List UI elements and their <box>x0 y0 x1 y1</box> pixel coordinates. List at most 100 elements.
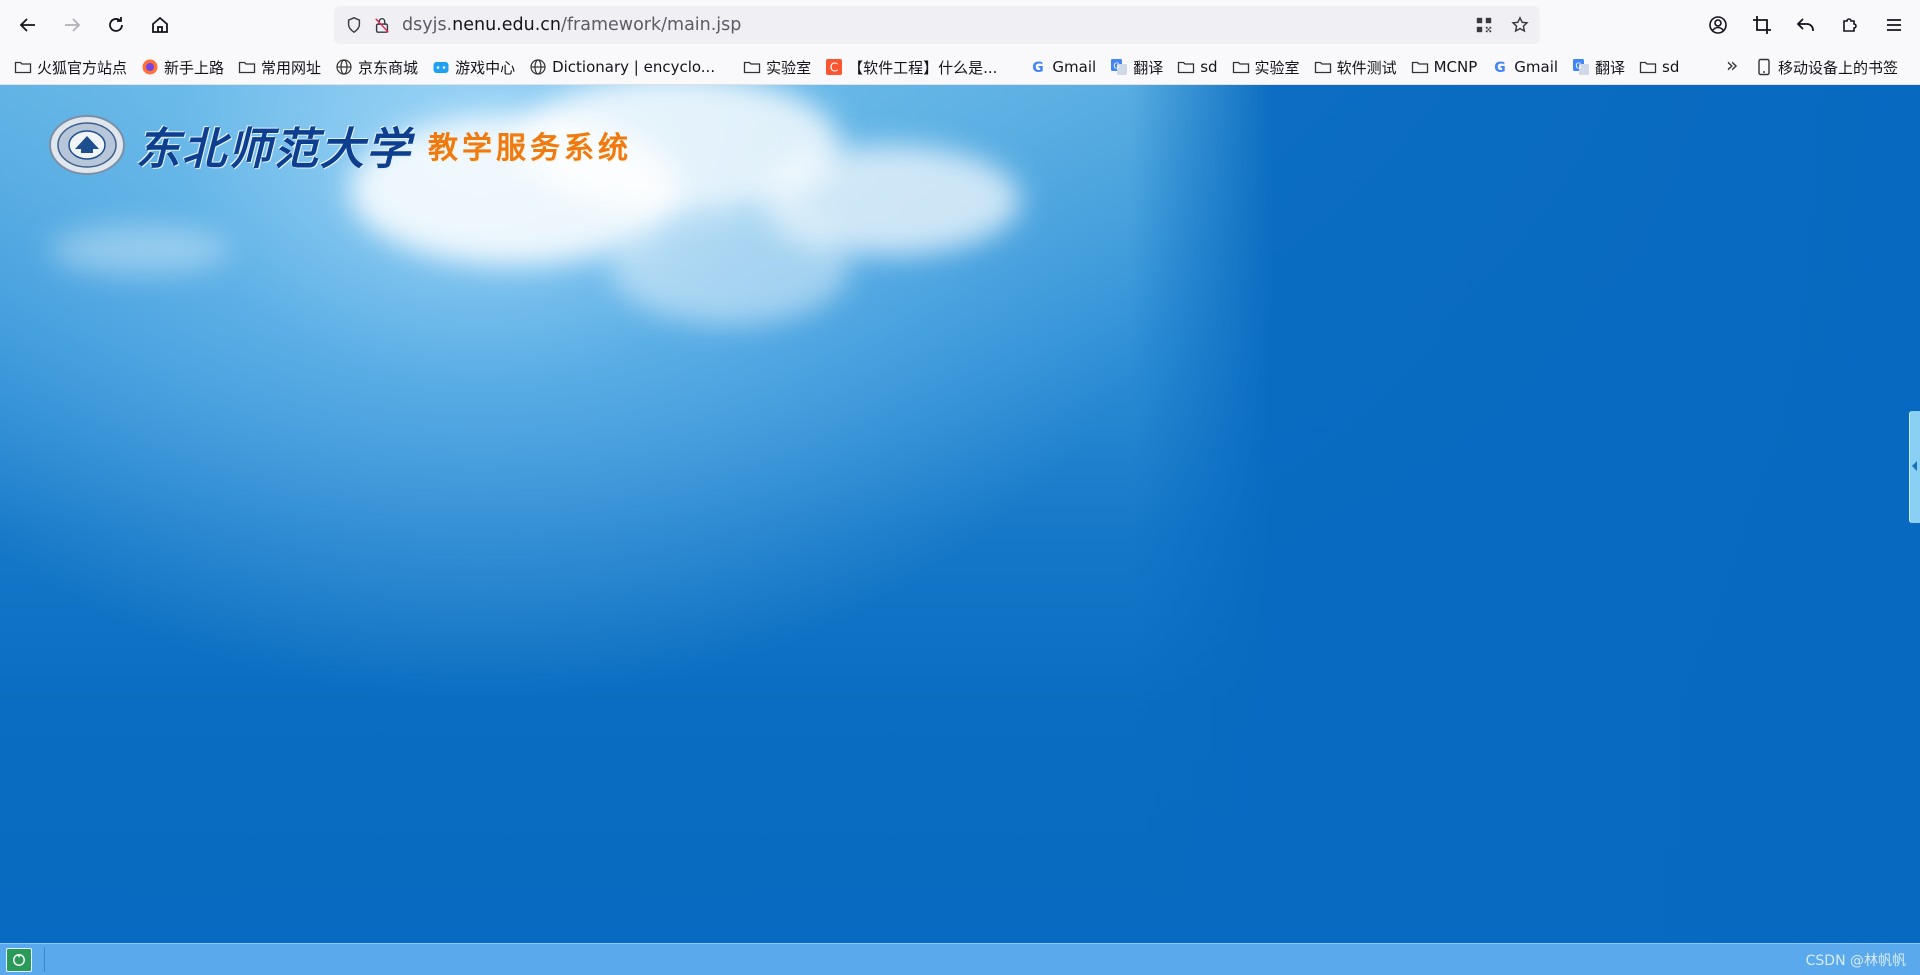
undo-button[interactable] <box>1788 7 1824 43</box>
status-divider <box>44 947 45 972</box>
reload-button[interactable] <box>98 7 134 43</box>
shield-icon[interactable] <box>340 11 368 39</box>
screenshot-button[interactable] <box>1744 7 1780 43</box>
bookmark-item[interactable]: Dictionary | encyclo... <box>523 53 721 81</box>
sidebar-toggle-handle[interactable] <box>1909 411 1920 523</box>
svg-text:G: G <box>1495 60 1507 76</box>
folder-icon <box>743 58 761 76</box>
undo-icon <box>1796 18 1814 31</box>
bookmark-label: 【软件工程】什么是... <box>848 58 998 77</box>
bookmark-label: MCNP <box>1433 58 1478 76</box>
hamburger-icon <box>1887 19 1901 31</box>
extensions-button[interactable] <box>1832 7 1868 43</box>
url-prefix: dsyjs. <box>402 15 453 35</box>
menu-button[interactable] <box>1876 7 1912 43</box>
bookmark-item[interactable]: sd <box>1171 53 1223 81</box>
watermark-text: CSDN @林帆帆 <box>1805 953 1906 969</box>
bookmarks-overflow-chevron-icon[interactable]: » <box>1726 53 1738 77</box>
bookmark-item[interactable]: 实验室 <box>737 53 817 81</box>
translate-icon: G <box>1572 58 1590 76</box>
mobile-bookmarks-item[interactable]: 移动设备上的书签 <box>1749 53 1904 81</box>
bookmark-label: 移动设备上的书签 <box>1777 58 1898 77</box>
insecure-lock-icon[interactable] <box>368 11 396 39</box>
folder-icon <box>1177 58 1195 76</box>
bookmark-label: 游戏中心 <box>455 58 516 77</box>
folder-icon <box>1639 58 1657 76</box>
bookmark-label: 实验室 <box>766 58 812 77</box>
bookmark-label: 新手上路 <box>164 58 225 77</box>
translate-icon: G <box>1110 58 1128 76</box>
bookmark-item[interactable]: 软件测试 <box>1308 53 1403 81</box>
app-status-icon[interactable] <box>6 948 32 972</box>
back-button[interactable] <box>10 7 46 43</box>
game-icon <box>432 58 450 76</box>
browser-toolbar: dsyjs.nenu.edu.cn/framework/main.jsp <box>0 0 1920 50</box>
forward-button[interactable] <box>54 7 90 43</box>
svg-text:G: G <box>1575 62 1581 71</box>
account-button[interactable] <box>1700 7 1736 43</box>
bookmark-item[interactable]: 京东商城 <box>329 53 424 81</box>
home-icon <box>152 16 168 33</box>
arrow-right-icon <box>65 18 81 32</box>
url-host: nenu.edu.cn <box>452 15 561 35</box>
chevron-left-icon <box>1912 461 1917 471</box>
svg-text:C: C <box>830 61 838 75</box>
svg-text:G: G <box>1033 60 1045 76</box>
bookmark-item[interactable]: 实验室 <box>1226 53 1306 81</box>
bookmark-label: Gmail <box>1514 58 1559 76</box>
bookmark-label: Dictionary | encyclo... <box>552 58 716 76</box>
folder-icon <box>1314 58 1332 76</box>
refresh-status-icon <box>13 954 25 966</box>
system-title: 教学服务系统 <box>428 131 632 166</box>
bookmark-label: 翻译 <box>1133 58 1164 77</box>
home-button[interactable] <box>142 7 178 43</box>
firefox-icon <box>141 58 159 76</box>
bookmark-label: sd <box>1200 58 1218 76</box>
university-name: 东北师范大学 <box>136 124 412 175</box>
bookmark-item[interactable]: G Gmail <box>1023 53 1102 81</box>
folder-icon <box>1411 58 1429 76</box>
bookmark-item[interactable]: 常用网址 <box>232 53 327 81</box>
page-viewport: 东北师范大学 教学服务系统 <box>0 85 1920 943</box>
bookmarks-list: 火狐官方站点 新手上路 常用网址 京东商城 游戏中心 Dictionary | … <box>0 53 1687 81</box>
bookmark-label: Gmail <box>1052 58 1097 76</box>
bookmark-star-icon[interactable] <box>1506 11 1534 39</box>
bookmark-item[interactable]: G Gmail <box>1485 53 1564 81</box>
csdn-icon: C <box>825 58 843 76</box>
bookmark-label: 火狐官方站点 <box>37 58 128 77</box>
mobile-device-icon <box>1755 58 1773 76</box>
account-icon <box>1709 16 1727 34</box>
bookmark-item[interactable]: G 翻译 <box>1104 53 1169 81</box>
url-text[interactable]: dsyjs.nenu.edu.cn/framework/main.jsp <box>402 15 741 35</box>
url-path: /framework/main.jsp <box>560 15 742 35</box>
bookmark-item[interactable]: G 翻译 <box>1566 53 1631 81</box>
bookmark-item[interactable]: MCNP <box>1405 53 1484 81</box>
address-bar[interactable]: dsyjs.nenu.edu.cn/framework/main.jsp <box>334 6 1540 44</box>
folder-icon <box>238 58 256 76</box>
reload-icon <box>109 17 123 32</box>
status-bar: CSDN @林帆帆 <box>0 943 1920 975</box>
globe-icon <box>529 58 547 76</box>
university-seal-icon <box>49 115 125 175</box>
google-icon: G <box>1491 58 1509 76</box>
cloud-decoration <box>50 225 230 275</box>
google-icon: G <box>1029 58 1047 76</box>
folder-icon <box>14 58 32 76</box>
bookmark-item[interactable]: sd <box>1633 53 1685 81</box>
bookmarks-bar: 火狐官方站点 新手上路 常用网址 京东商城 游戏中心 Dictionary | … <box>0 50 1920 85</box>
puzzle-icon <box>1843 18 1857 32</box>
bookmark-item[interactable]: 游戏中心 <box>426 53 521 81</box>
bookmark-item[interactable]: C 【软件工程】什么是... <box>819 53 1003 81</box>
crop-icon <box>1753 16 1771 34</box>
bookmark-item[interactable]: 火狐官方站点 <box>8 53 133 81</box>
bookmark-label: 软件测试 <box>1336 58 1397 77</box>
globe-icon <box>335 58 353 76</box>
bookmark-item[interactable]: 新手上路 <box>135 53 230 81</box>
bookmark-label: 常用网址 <box>261 58 322 77</box>
qr-code-icon[interactable] <box>1470 11 1498 39</box>
sky-gradient-overlay <box>1130 85 1920 943</box>
bookmark-label: sd <box>1662 58 1680 76</box>
bookmark-label: 实验室 <box>1254 58 1300 77</box>
arrow-left-icon <box>19 18 35 32</box>
bookmark-label: 京东商城 <box>358 58 419 77</box>
